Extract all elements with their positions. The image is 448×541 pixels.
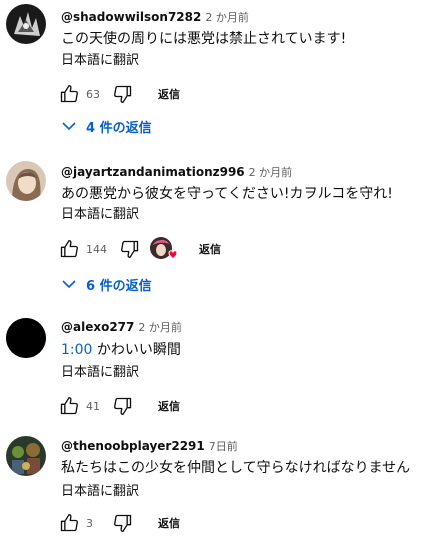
like-count: 63 [86,87,100,101]
avatar[interactable] [6,4,46,44]
comment-text: この天使の周りには悪党は禁止されています! [61,31,347,47]
like-button[interactable] [58,238,80,260]
comment-actions: 63 返信 [58,82,180,106]
view-replies-button[interactable]: 4 件の返信 [62,115,152,137]
comment-text: 1:00 かわいい瞬間 [61,340,181,360]
avatar-image [6,436,46,476]
comment-actions: 41 返信 [58,394,180,418]
comment-time[interactable]: 2 か月前 [138,321,182,334]
thumb-down-icon [114,397,132,415]
view-replies-button[interactable]: 6 件の返信 [62,273,152,295]
creator-avatar-icon [150,237,178,260]
thumb-up-icon [60,240,78,258]
comment-time[interactable]: 7日前 [209,440,238,453]
avatar-image [6,161,46,201]
author-name[interactable]: @shadowwilson7282 [61,10,201,24]
translate-link[interactable]: 日本語に翻訳 [61,206,139,224]
translate-link[interactable]: 日本語に翻訳 [61,483,139,501]
avatar[interactable] [6,318,46,358]
avatar[interactable] [6,436,46,476]
thumb-up-icon [60,85,78,103]
comment-time[interactable]: 2 か月前 [205,11,249,24]
like-button[interactable] [58,395,80,417]
comment-header: @alexo277 2 か月前 [61,319,182,336]
chevron-down-icon [62,122,76,131]
dislike-button[interactable] [112,512,134,534]
reply-button[interactable]: 返信 [158,515,180,531]
thumb-down-icon [114,514,132,532]
author-name[interactable]: @thenoobplayer2291 [61,439,205,453]
creator-heart-badge [149,236,178,262]
like-count: 3 [86,516,93,530]
thumb-down-icon [114,85,132,104]
dislike-button[interactable] [119,238,141,260]
replies-count: 4 件の返信 [86,120,152,136]
thumb-down-icon [121,240,139,258]
translate-link[interactable]: 日本語に翻訳 [61,52,139,70]
comment-body: かわいい瞬間 [96,342,181,358]
author-name[interactable]: @alexo277 [61,320,134,334]
like-button[interactable] [58,512,80,534]
comment-text: あの悪党から彼女を守ってください!カヲルコを守れ! [61,186,393,202]
like-button[interactable] [58,83,80,105]
translate-link[interactable]: 日本語に翻訳 [61,364,139,382]
heart-icon [168,250,178,260]
comment-header: @jayartzandanimationz996 2 か月前 [61,164,292,181]
avatar-image [6,4,46,44]
like-count: 41 [86,399,100,413]
comment-header: @thenoobplayer2291 7日前 [61,438,238,455]
dislike-button[interactable] [112,83,134,105]
comment-time[interactable]: 2 か月前 [249,166,293,179]
dislike-button[interactable] [112,395,134,417]
chevron-down-icon [62,280,76,289]
avatar-image [6,318,46,358]
comment-header: @shadowwilson7282 2 か月前 [61,9,249,26]
comment-text: 私たちはこの少女を仲間として守らなければなりません [61,460,411,476]
video-timestamp-link[interactable]: 1:00 [61,342,92,358]
avatar[interactable] [6,161,46,201]
like-count: 144 [86,242,107,256]
reply-button[interactable]: 返信 [158,86,180,102]
reply-button[interactable]: 返信 [158,398,180,414]
replies-count: 6 件の返信 [86,278,152,294]
author-name[interactable]: @jayartzandanimationz996 [61,165,245,179]
thumb-up-icon [60,397,78,415]
comment-actions: 3 返信 [58,511,180,535]
reply-button[interactable]: 返信 [199,241,221,257]
thumb-up-icon [60,514,78,532]
comment-actions: 144 返信 [58,237,221,261]
